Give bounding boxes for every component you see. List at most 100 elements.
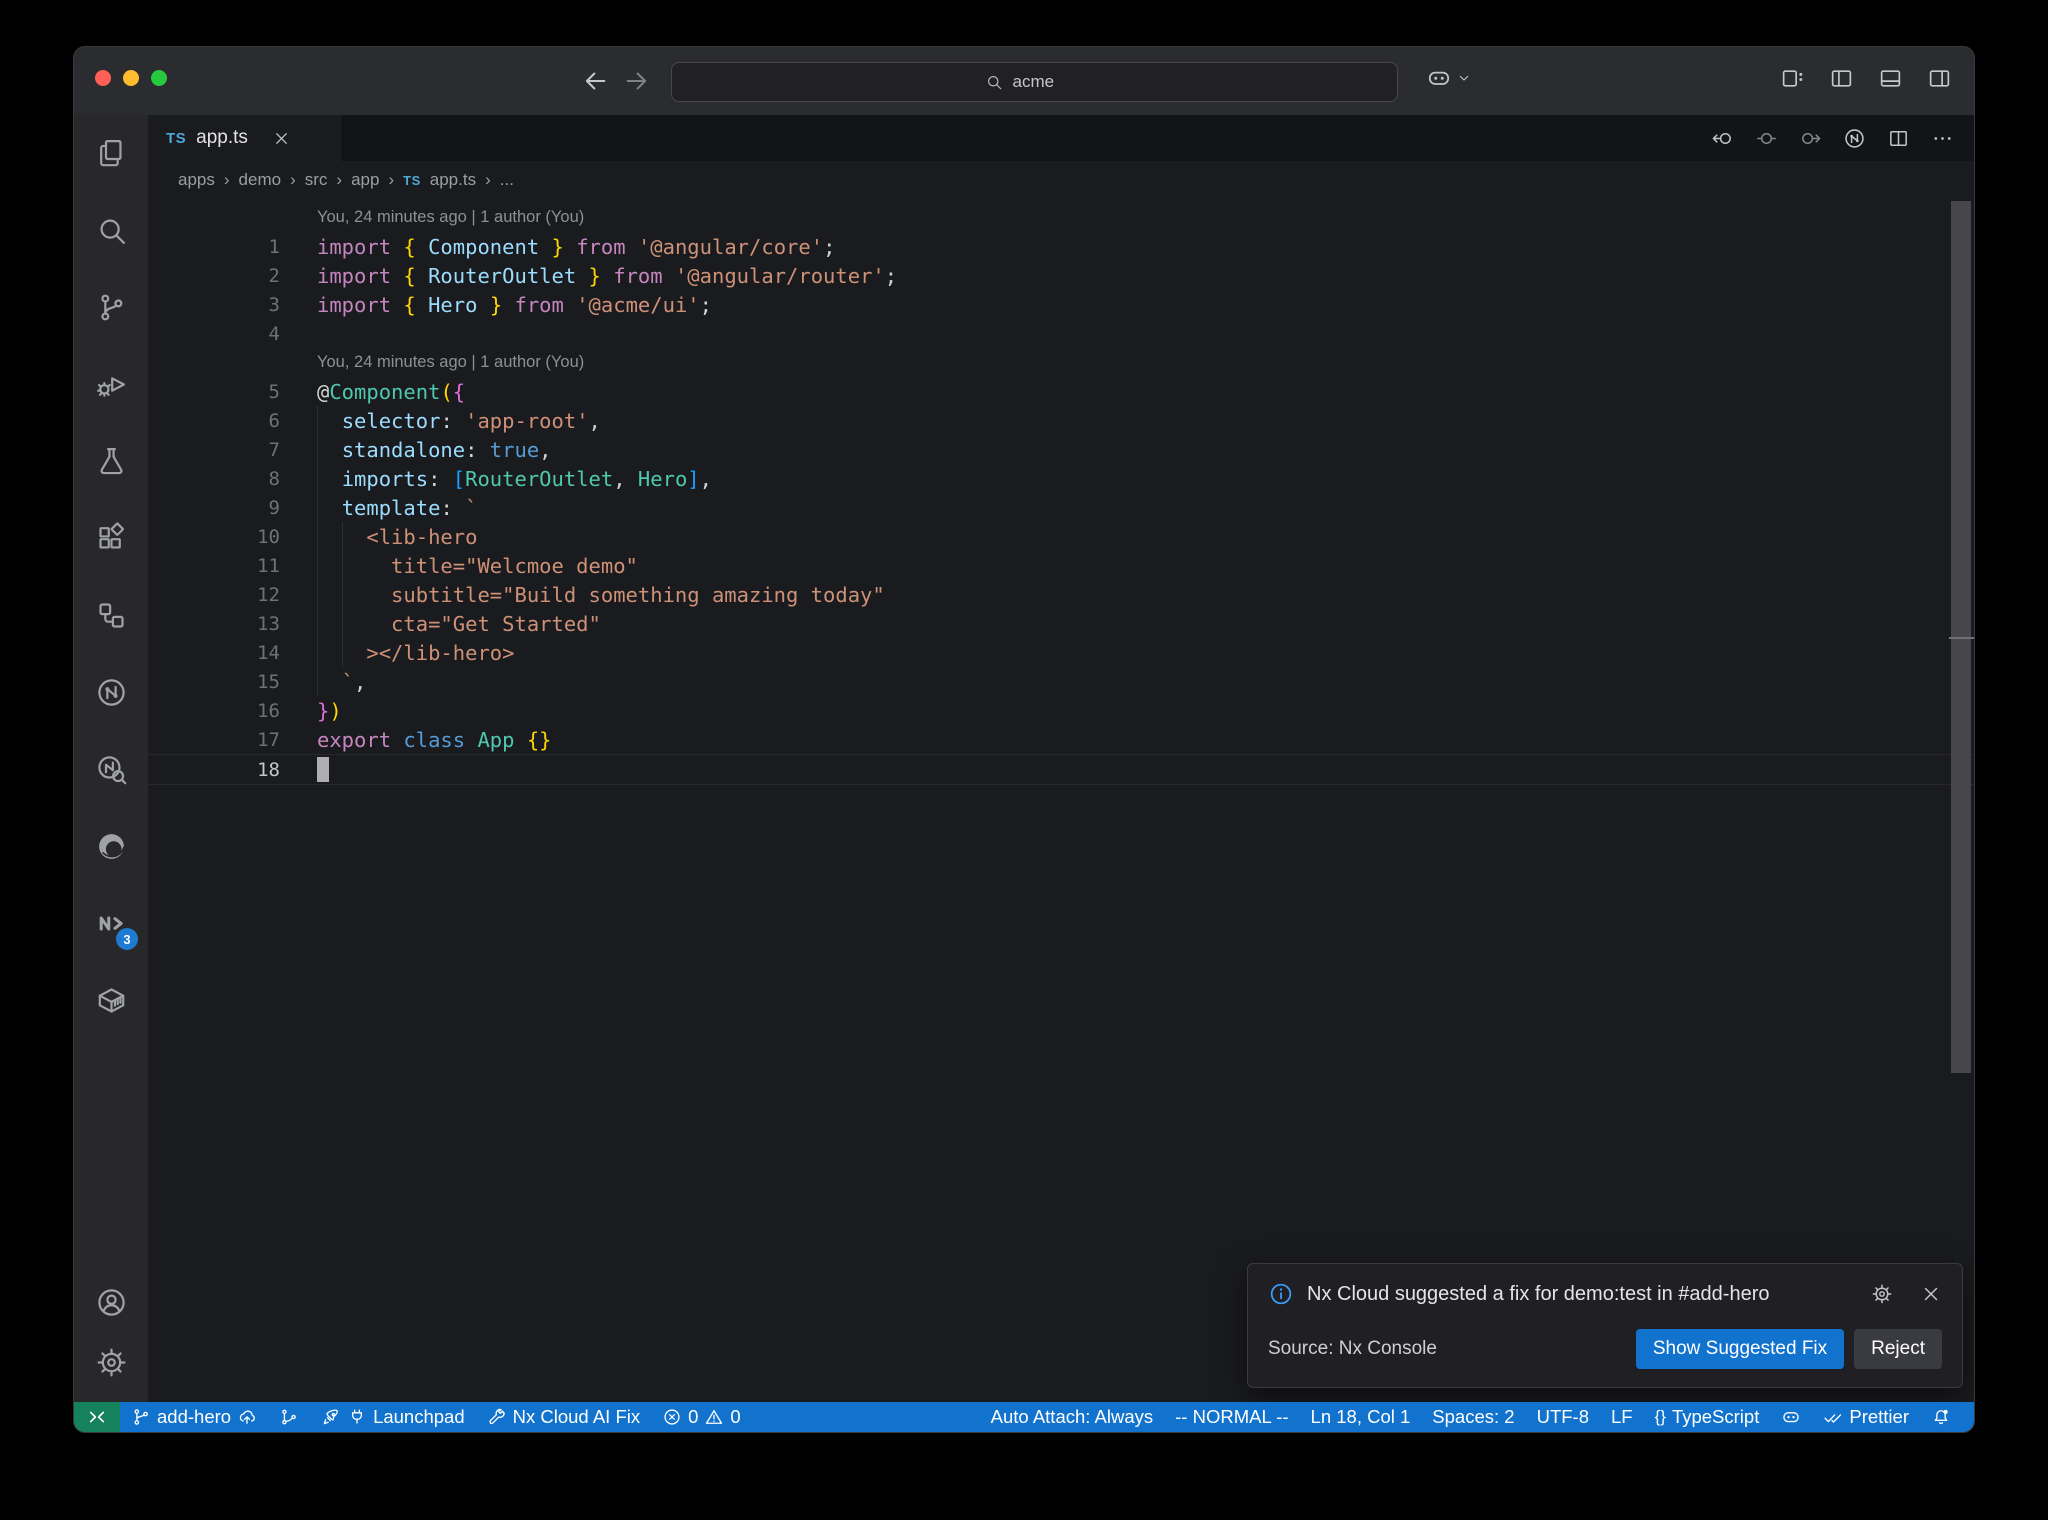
status-bar-item-auto-attach[interactable]: Auto Attach: Always — [980, 1402, 1164, 1432]
notification-settings-gear-icon[interactable] — [1871, 1283, 1893, 1305]
code-line-7[interactable]: 7 standalone: true, — [148, 435, 1974, 464]
activity-bar-item-search[interactable] — [74, 192, 148, 269]
indent-guide — [341, 609, 343, 638]
minimize-window-button[interactable] — [123, 70, 139, 86]
code-line-3[interactable]: 3 import { Hero } from '@acme/ui'; — [148, 290, 1974, 319]
code-line-10[interactable]: 10 <lib-hero — [148, 522, 1974, 551]
status-bar-item-remote-indicator[interactable] — [74, 1402, 120, 1432]
reject-button[interactable]: Reject — [1854, 1329, 1942, 1369]
code-editor[interactable]: You, 24 minutes ago | 1 author (You) 1 imp… — [148, 199, 1974, 1402]
close-window-button[interactable] — [95, 70, 111, 86]
breadcrumb-item-demo[interactable]: demo — [239, 170, 282, 190]
line-number: 14 — [257, 641, 280, 664]
more-actions-icon[interactable] — [1931, 127, 1954, 150]
code-line-1[interactable]: 1 import { Component } from '@angular/cor… — [148, 232, 1974, 261]
toggle-primary-sidebar-icon[interactable] — [1829, 66, 1854, 91]
split-editor-icon[interactable] — [1887, 127, 1910, 150]
tab-app-ts[interactable]: TS app.ts — [148, 115, 343, 161]
code-line-9[interactable]: 9 template: ` — [148, 493, 1974, 522]
show-suggested-fix-button[interactable]: Show Suggested Fix — [1635, 1329, 1845, 1369]
status-bar-right: Auto Attach: Always -- NORMAL -- Ln 18, Co… — [980, 1402, 1974, 1432]
code-line-12[interactable]: 12 subtitle="Build something amazing tod… — [148, 580, 1974, 609]
status-bar-item-eol[interactable]: LF — [1600, 1402, 1644, 1432]
zoom-window-button[interactable] — [151, 70, 167, 86]
code-line-5[interactable]: 5 @Component({ — [148, 377, 1974, 406]
history-forward-icon[interactable] — [622, 66, 652, 96]
rocket-icon — [321, 1407, 341, 1427]
activity-bar-item-run-debug[interactable] — [74, 346, 148, 423]
label: Launchpad — [373, 1406, 465, 1427]
label: Auto Attach: Always — [990, 1406, 1154, 1427]
code-line-4[interactable]: 4 — [148, 319, 1974, 348]
code-line-16[interactable]: 16}) — [148, 696, 1974, 725]
activity-bar-item-testing[interactable] — [74, 423, 148, 500]
breadcrumb-item-src[interactable]: src — [305, 170, 328, 190]
code-text: imports: [RouterOutlet, Hero], — [341, 466, 712, 491]
indent-guide — [317, 464, 318, 493]
line-number: 18 — [257, 758, 280, 781]
status-bar-item-notifications-bell[interactable] — [1920, 1402, 1962, 1432]
editor-scrollbar[interactable] — [1949, 199, 1974, 1402]
breadcrumb-item-app[interactable]: app — [351, 170, 379, 190]
status-bar-item-indentation[interactable]: Spaces: 2 — [1421, 1402, 1525, 1432]
status-bar-item-launchpad[interactable]: Launchpad — [310, 1402, 476, 1432]
breadcrumb-item--[interactable]: ... — [500, 170, 514, 190]
status-bar-item-language-typescript[interactable]: {} TypeScript — [1644, 1402, 1771, 1432]
status-bar-item-problems[interactable]: 00 — [651, 1402, 752, 1432]
code-line-17[interactable]: 17 export class App {} — [148, 725, 1974, 754]
label: Ln 18, Col 1 — [1310, 1406, 1411, 1427]
nav-position-icon[interactable] — [1755, 127, 1778, 150]
activity-bar-item-nx-target[interactable] — [74, 654, 148, 731]
activity-bar-item-source-control[interactable] — [74, 269, 148, 346]
code-line-6[interactable]: 6 selector: 'app-root', — [148, 406, 1974, 435]
nx-cloud-search-icon — [95, 753, 128, 786]
line-number: 12 — [257, 583, 280, 606]
status-bar-item-prettier[interactable]: Prettier — [1812, 1402, 1920, 1432]
activity-bar-item-container-tools[interactable] — [74, 962, 148, 1039]
status-bar-item-encoding[interactable]: UTF-8 — [1526, 1402, 1600, 1432]
activity-bar-item-hierarchy[interactable] — [74, 577, 148, 654]
tab-strip: TS app.ts — [148, 115, 1974, 161]
status-bar-item-copilot-status[interactable] — [1770, 1402, 1812, 1432]
copilot-menu[interactable] — [1426, 65, 1472, 91]
code-line-18[interactable]: 18 — [148, 754, 1974, 785]
activity-bar-item-settings-gear[interactable] — [74, 1332, 148, 1392]
source-control-icon — [95, 291, 128, 324]
activity-bar-item-extensions[interactable] — [74, 500, 148, 577]
code-line-14[interactable]: 14 ></lib-hero> — [148, 638, 1974, 667]
activity-bar-item-edge-browser[interactable] — [74, 808, 148, 885]
code-line-13[interactable]: 13 cta="Get Started" — [148, 609, 1974, 638]
code-line-2[interactable]: 2 import { RouterOutlet } from '@angular/… — [148, 261, 1974, 290]
tab-label: app.ts — [196, 127, 248, 148]
activity-bar-item-explorer[interactable] — [74, 115, 148, 192]
toggle-secondary-sidebar-icon[interactable] — [1927, 66, 1952, 91]
breadcrumb-item-app-ts[interactable]: TS app.ts — [403, 170, 476, 190]
notification-close-icon[interactable] — [1920, 1283, 1942, 1305]
status-bar-item-source-control-graph[interactable] — [268, 1402, 310, 1432]
status-bar-item-vim-mode[interactable]: -- NORMAL -- — [1164, 1402, 1299, 1432]
nav-forward-icon[interactable] — [1799, 127, 1822, 150]
customize-layout-icon[interactable] — [1780, 66, 1805, 91]
code-line-8[interactable]: 8 imports: [RouterOutlet, Hero], — [148, 464, 1974, 493]
activity-bar-item-nx-cloud-search[interactable] — [74, 731, 148, 808]
check-double-icon — [1823, 1407, 1843, 1427]
run-debug-icon — [95, 368, 128, 401]
search-input[interactable] — [1010, 71, 1085, 93]
activity-bar-item-account[interactable] — [74, 1272, 148, 1332]
command-center-search[interactable] — [671, 62, 1398, 102]
nav-back-icon[interactable] — [1711, 127, 1734, 150]
status-bar-item-cursor-position[interactable]: Ln 18, Col 1 — [1300, 1402, 1422, 1432]
close-tab-icon[interactable] — [272, 129, 291, 148]
nx-run-icon[interactable] — [1843, 127, 1866, 150]
line-number: 6 — [268, 409, 280, 432]
code-line-11[interactable]: 11 title="Welcmoe demo" — [148, 551, 1974, 580]
copilot-icon — [1426, 65, 1452, 91]
status-bar-item-nx-cloud-ai-fix[interactable]: Nx Cloud AI Fix — [476, 1402, 652, 1432]
status-bar-item-git-branch[interactable]: add-hero — [120, 1402, 268, 1432]
code-line-15[interactable]: 15 `, — [148, 667, 1974, 696]
branch-icon — [131, 1407, 151, 1427]
toggle-panel-icon[interactable] — [1878, 66, 1903, 91]
breadcrumb-item-apps[interactable]: apps — [178, 170, 215, 190]
history-back-icon[interactable] — [580, 66, 610, 96]
activity-bar-item-nx-console[interactable]: 3 — [74, 885, 148, 962]
